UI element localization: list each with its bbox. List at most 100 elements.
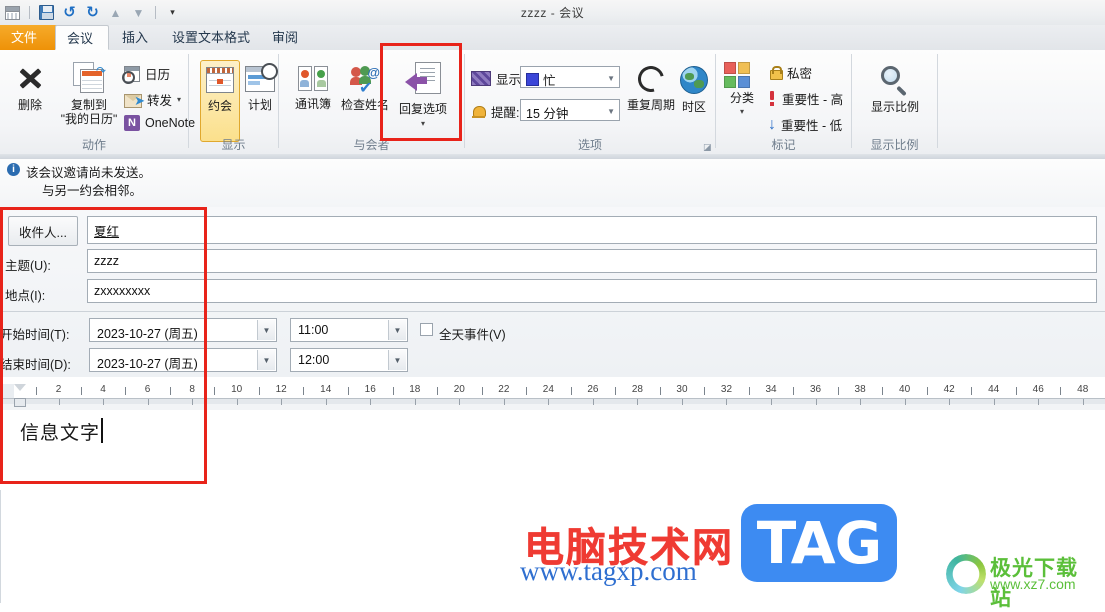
ruler-number: 38 [854,384,866,395]
end-date-chevron-down-icon[interactable]: ▼ [257,350,275,370]
check-names-button[interactable]: @ ✔ 检查姓名 [337,66,393,113]
ruler-tab-tick [370,399,372,405]
copy-to-my-calendar-button[interactable]: ↷ 复制到 "我的日历" [58,62,120,126]
window-title: zzzz - 会议 [520,6,585,20]
response-options-dropdown-icon[interactable]: ▾ [392,117,454,131]
show-as-dropdown[interactable]: 忙 ▼ [520,66,620,88]
to-button[interactable]: 收件人... [8,216,78,246]
group-label-attendees: 与会者 [353,138,390,152]
subject-label: 主题(U): [5,259,51,273]
high-importance-label: 重要性 - 高 [782,93,844,107]
private-button[interactable]: 私密 [768,63,812,82]
ruler-tab-tick [681,399,683,405]
group-divider-6 [937,54,938,148]
delete-icon [16,64,44,92]
ruler-tick [837,387,839,395]
ruler-number: 42 [943,384,955,395]
response-options-button[interactable]: 回复选项 ▾ [392,62,454,131]
ruler-tick [793,387,795,395]
ruler-number: 44 [988,384,1000,395]
start-date-chevron-down-icon[interactable]: ▼ [257,320,275,340]
zoom-button[interactable]: 显示比例 [866,66,924,114]
start-time-chevron-down-icon[interactable]: ▼ [388,320,406,340]
forward-label: 转发 [147,94,173,108]
ruler-tab-tick [414,399,416,405]
reminder-dropdown[interactable]: 15 分钟 ▼ [520,99,620,121]
ruler-tick [303,387,305,395]
title-bar: ↺ ↻ ▲ ▼ ▾ zzzz - 会议 [0,0,1105,25]
ruler-number: 48 [1077,384,1089,395]
time-zones-button[interactable]: 时区 [677,66,711,114]
onenote-icon: N [124,115,140,131]
location-field[interactable]: zxxxxxxxx [87,279,1097,303]
ruler-tick [392,387,394,395]
globe-icon [680,66,708,94]
reminder-chevron-down-icon[interactable]: ▼ [607,100,615,122]
start-time-value: 11:00 [298,323,329,337]
tab-insert[interactable]: 插入 [111,25,159,50]
show-as-chevron-down-icon[interactable]: ▼ [607,67,615,89]
end-date-combo[interactable]: 2023-10-27 (周五) ▼ [89,348,277,372]
reminder-row: 提醒: [471,102,519,121]
categorize-dropdown-icon[interactable]: ▾ [724,105,760,119]
horizontal-ruler[interactable]: 2 4 6 8 10 12 14 16 18 20 22 24 26 28 30 32 34 36 38 40 42 44… [0,384,1105,411]
ruler-tick [659,387,661,395]
left-indent-marker[interactable] [14,398,26,407]
tab-format-text[interactable]: 设置文本格式 [161,25,261,50]
ruler-tick [437,387,439,395]
categorize-label: 分类 [729,91,754,105]
end-time-combo[interactable]: 12:00 ▼ [290,348,408,372]
ruler-tick [125,387,127,395]
end-date-value: 2023-10-27 (周五) [97,357,198,371]
address-book-label: 通讯簿 [294,97,331,111]
onenote-button[interactable]: N OneNote [124,115,195,131]
ruler-number: 2 [55,384,62,395]
copy-to-label-line2: "我的日历" [60,112,118,126]
ruler-tick [526,387,528,395]
forward-button[interactable]: ➤ 转发 ▾ [124,90,181,109]
show-as-value: 忙 [543,74,556,88]
zoom-label: 显示比例 [870,100,919,114]
ruler-number: 18 [409,384,421,395]
ruler-number: 26 [587,384,599,395]
delete-button[interactable]: 删除 [4,64,56,112]
end-time-chevron-down-icon[interactable]: ▼ [388,350,406,370]
recurrence-button[interactable]: 重复周期 [625,61,677,112]
ruler-number: 28 [631,384,643,395]
outlook-meeting-window: ↺ ↻ ▲ ▼ ▾ zzzz - 会议 文件 会议 插入 设置文本格式 审阅 删… [0,0,1105,610]
ruler-tab-tick [58,399,60,405]
tab-meeting[interactable]: 会议 [55,25,109,50]
info-bar: i 该会议邀请尚未发送。 与另一约会相邻。 [0,159,1105,207]
calendar-button[interactable]: 日历 [122,64,171,84]
appointment-label: 约会 [207,99,232,113]
to-field[interactable]: 夏红 [87,216,1097,244]
tab-review[interactable]: 审阅 [261,25,309,50]
high-importance-button[interactable]: 重要性 - 高 [768,89,843,108]
ruler-tick [704,387,706,395]
calendar-label: 日历 [145,68,171,82]
all-day-event-label: 全天事件(V) [439,328,506,342]
watermark-xz7-logo: 极光下载站 www.xz7.com [946,552,1098,610]
address-book-button[interactable]: 通讯簿 [289,66,337,111]
start-date-value: 2023-10-27 (周五) [97,327,198,341]
bell-icon [471,105,486,119]
options-dialog-launcher-icon[interactable]: ◪ [703,143,712,152]
start-date-combo[interactable]: 2023-10-27 (周五) ▼ [89,318,277,342]
categorize-button[interactable]: 分类 ▾ [724,62,760,119]
subject-field[interactable]: zzzz [87,249,1097,273]
ruler-tick [882,387,884,395]
ribbon-group-show: 约会 计划 显示 [189,50,278,154]
first-line-indent-marker[interactable] [14,384,26,391]
ruler-tab-tick [771,399,773,405]
low-importance-button[interactable]: ↓ 重要性 - 低 [768,115,842,134]
ruler-tab-tick [1038,399,1040,405]
calendar-icon [122,65,140,84]
forward-dropdown-icon[interactable]: ▾ [177,95,181,104]
all-day-event-checkbox[interactable] [420,323,433,336]
start-time-combo[interactable]: 11:00 ▼ [290,318,408,342]
appointment-button[interactable]: 约会 [200,60,240,142]
location-value: zxxxxxxxx [94,284,151,298]
ruler-tab-tick [281,399,283,405]
info-icon: i [7,163,20,176]
scheduling-button[interactable]: 计划 [242,63,278,112]
